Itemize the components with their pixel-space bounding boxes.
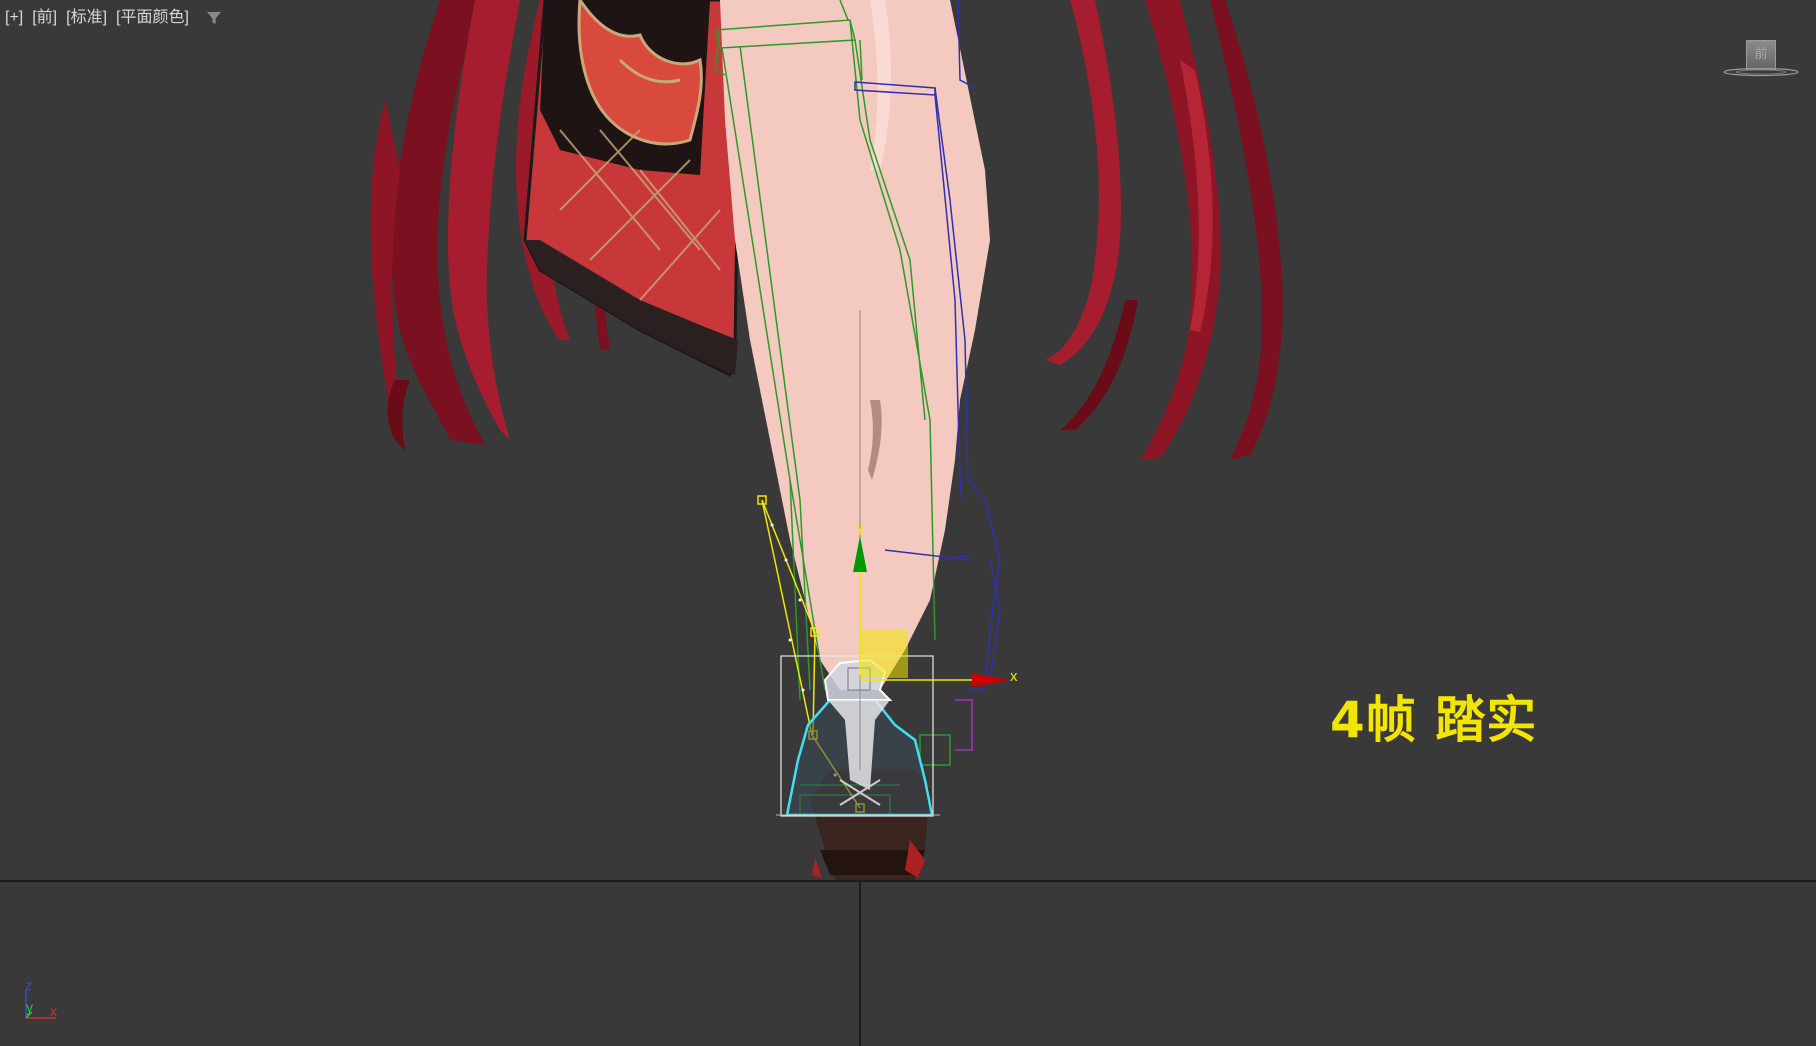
hair-right: [1045, 0, 1283, 460]
tripod-x-label: x: [50, 1003, 57, 1019]
pivot-marker: [955, 699, 973, 751]
viewport-style-menu[interactable]: [平面颜色]: [116, 8, 189, 28]
frame-caption: 4帧 踏实: [1330, 691, 1538, 749]
gizmo-y-label: y: [857, 519, 865, 536]
viewport-label-menu: [+] [前] [标准] [平面颜色]: [5, 8, 224, 28]
viewcube[interactable]: 前: [1722, 36, 1802, 80]
xy-plane-handle: [860, 630, 908, 678]
3d-viewport[interactable]: y x [+] [前] [标准] [平面颜色] 前 4帧 踏实 z y x: [0, 0, 1816, 1046]
axis-tripod: z y x: [18, 978, 66, 1022]
scene-render: y x: [0, 0, 1816, 1046]
tripod-y-label: y: [26, 999, 33, 1015]
leg: [720, 0, 990, 690]
filter-icon[interactable]: [204, 8, 224, 28]
viewport-plus-menu[interactable]: [+]: [5, 8, 23, 28]
viewport-shading-menu[interactable]: [标准]: [66, 8, 107, 28]
viewcube-compass-ring[interactable]: [1722, 66, 1800, 78]
gizmo-x-label: x: [1010, 668, 1018, 685]
tripod-z-label: z: [25, 977, 32, 993]
viewport-view-menu[interactable]: [前]: [32, 8, 57, 28]
